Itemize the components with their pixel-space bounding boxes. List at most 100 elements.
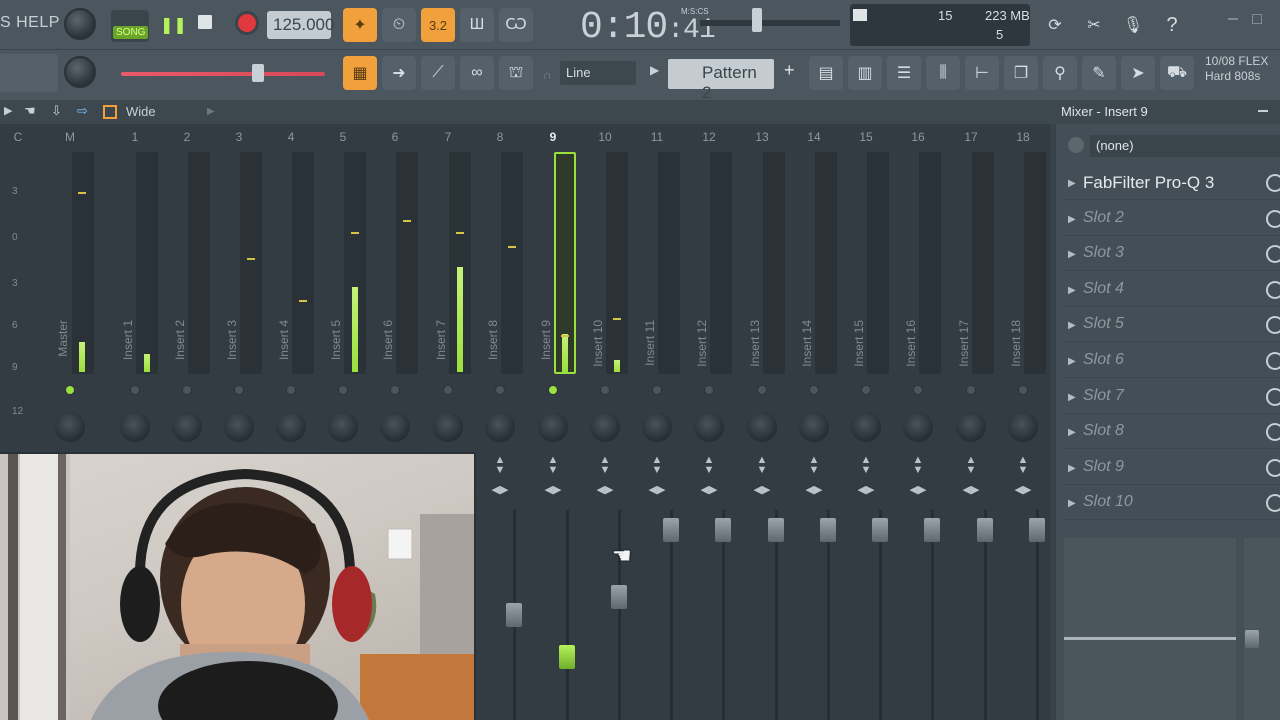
effect-slot[interactable]: FabFilter Pro-Q 3 <box>1063 166 1280 200</box>
effect-slot[interactable]: Slot 10 <box>1063 486 1280 521</box>
stereo-separation-icon[interactable]: ▲ ▼ ◀▶ <box>543 455 563 496</box>
tools-icon[interactable]: ✂ <box>1077 8 1111 42</box>
channel-rack-icon[interactable]: ☰ <box>887 56 921 90</box>
channel-enable-led[interactable] <box>495 385 505 395</box>
shop-icon[interactable]: ⛟ <box>1160 56 1194 90</box>
file-icon[interactable]: ❐ <box>1004 56 1038 90</box>
pan-knob[interactable] <box>799 412 829 442</box>
stop-button[interactable] <box>198 15 212 29</box>
pan-knob[interactable] <box>276 412 306 442</box>
pan-knob[interactable] <box>1008 412 1038 442</box>
slot-mix-knob[interactable] <box>1266 387 1280 406</box>
slot-expand-icon[interactable]: ▶ <box>1068 320 1076 331</box>
arrow-right-icon[interactable]: ➜ <box>382 56 416 90</box>
slot-expand-icon[interactable]: ▶ <box>1068 214 1076 225</box>
mixer-strip[interactable] <box>867 152 889 374</box>
mixer-icon[interactable]: ⫼ <box>926 56 960 90</box>
snap-selector[interactable]: Line <box>560 61 636 85</box>
slot-mix-knob[interactable] <box>1266 316 1280 335</box>
typing-keyboard-icon[interactable]: ▦ <box>343 56 377 90</box>
mixer-strip[interactable] <box>606 152 628 374</box>
slot-mix-knob[interactable] <box>1266 209 1280 228</box>
link-channel-icon[interactable]: ⇨ <box>77 103 88 119</box>
effect-slot[interactable]: Slot 4 <box>1063 273 1280 307</box>
slot-mix-knob[interactable] <box>1266 423 1280 442</box>
volume-fader[interactable] <box>663 518 679 542</box>
volume-fader[interactable] <box>872 518 888 542</box>
mixer-strip[interactable] <box>501 152 523 374</box>
browser-icon[interactable]: ⊢ <box>965 56 999 90</box>
effect-slot[interactable]: Slot 9 <box>1063 451 1280 485</box>
tempo-display[interactable]: 125.000 <box>267 11 334 39</box>
mixer-strip[interactable] <box>763 152 785 374</box>
slot-expand-icon[interactable]: ▶ <box>1068 356 1076 367</box>
volume-fader[interactable] <box>559 645 575 669</box>
channel-enable-led[interactable] <box>65 385 75 395</box>
pan-knob[interactable] <box>485 412 515 442</box>
mixer-strip[interactable] <box>815 152 837 374</box>
panel-minimize-icon[interactable] <box>1258 110 1268 112</box>
countdown-icon[interactable]: 3.2 <box>421 8 455 42</box>
slot-mix-knob[interactable] <box>1266 352 1280 370</box>
pan-knob[interactable] <box>694 412 724 442</box>
stereo-separation-icon[interactable]: ▲ ▼ ◀▶ <box>1013 455 1033 496</box>
mixer-strip[interactable] <box>658 152 680 374</box>
mixer-strip[interactable] <box>710 152 732 374</box>
pan-knob[interactable] <box>590 412 620 442</box>
volume-fader[interactable] <box>768 518 784 542</box>
effect-slot[interactable]: Slot 5 <box>1063 308 1280 343</box>
slot-expand-icon[interactable]: ▶ <box>1068 285 1076 296</box>
volume-fader[interactable] <box>715 518 731 542</box>
master-volume-slider[interactable] <box>121 72 325 76</box>
pan-knob[interactable] <box>903 412 933 442</box>
slot-mix-knob[interactable] <box>1266 245 1280 264</box>
channel-enable-led[interactable] <box>182 385 192 395</box>
pan-knob[interactable] <box>433 412 463 442</box>
stereo-separation-icon[interactable]: ▲ ▼ ◀▶ <box>699 455 719 496</box>
slot-expand-icon[interactable]: ▶ <box>1068 178 1076 189</box>
channel-enable-led[interactable] <box>338 385 348 395</box>
stereo-separation-icon[interactable]: ▲ ▼ ◀▶ <box>595 455 615 496</box>
volume-fader[interactable] <box>506 603 522 627</box>
slot-mix-knob[interactable] <box>1266 494 1280 513</box>
pan-knob[interactable] <box>851 412 881 442</box>
channel-enable-led[interactable] <box>704 385 714 395</box>
mixer-strip[interactable] <box>396 152 418 374</box>
pitch-slider-thumb[interactable] <box>752 8 762 32</box>
route-icon[interactable]: ⇩ <box>51 103 62 119</box>
mixer-strip[interactable] <box>1024 152 1046 374</box>
mixer-strip[interactable] <box>72 152 94 374</box>
pan-knob[interactable] <box>642 412 672 442</box>
mixer-strip[interactable] <box>292 152 314 374</box>
menu-arrow-icon[interactable]: ▶ <box>4 104 12 117</box>
piano-roll-icon[interactable]: ▥ <box>848 56 882 90</box>
effect-slot[interactable]: Slot 7 <box>1063 380 1280 414</box>
record-button[interactable] <box>238 14 256 32</box>
channel-enable-led[interactable] <box>234 385 244 395</box>
loop-record-icon[interactable]: Ѡ <box>499 8 533 42</box>
layout-arrow-icon[interactable]: ▶ <box>207 106 215 117</box>
stereo-separation-icon[interactable]: ▲ ▼ ◀▶ <box>804 455 824 496</box>
pan-knob[interactable] <box>380 412 410 442</box>
channel-enable-led[interactable] <box>652 385 662 395</box>
link-icon[interactable]: ∞ <box>460 56 494 90</box>
slot-expand-icon[interactable]: ▶ <box>1068 427 1076 438</box>
volume-fader[interactable] <box>611 585 627 609</box>
channel-enable-led[interactable] <box>390 385 400 395</box>
pan-knob[interactable] <box>747 412 777 442</box>
volume-fader[interactable] <box>820 518 836 542</box>
wide-toggle[interactable] <box>103 105 117 119</box>
master-pitch-knob[interactable] <box>64 56 96 88</box>
slot-mix-knob[interactable] <box>1266 174 1280 192</box>
volume-slider-thumb[interactable] <box>252 64 264 82</box>
help-menu[interactable]: S HELP <box>0 14 60 32</box>
stereo-separation-icon[interactable]: ▲ ▼ ◀▶ <box>647 455 667 496</box>
effect-slot[interactable]: Slot 3 <box>1063 237 1280 272</box>
stereo-separation-icon[interactable]: ▲ ▼ ◀▶ <box>908 455 928 496</box>
stereo-separation-icon[interactable]: ▲ ▼ ◀▶ <box>490 455 510 496</box>
slot-mix-knob[interactable] <box>1266 280 1280 299</box>
plugin-icon[interactable]: ⚲ <box>1043 56 1077 90</box>
pattern-prev-icon[interactable]: ▶ <box>650 63 659 77</box>
effect-slot[interactable]: Slot 6 <box>1063 344 1280 378</box>
mixer-strip[interactable] <box>188 152 210 374</box>
